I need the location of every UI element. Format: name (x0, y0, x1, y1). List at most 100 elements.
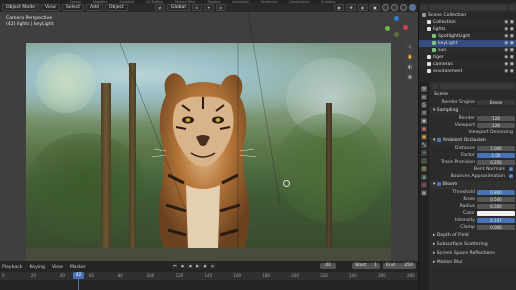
material-shading-icon[interactable] (400, 4, 407, 11)
menu-playback[interactable]: Playback (2, 265, 23, 270)
visibility-toggle-icon[interactable]: ◉ ▣ (504, 47, 514, 54)
scene-tab-icon[interactable]: ◈ (421, 118, 427, 124)
zoom-icon[interactable]: ⌕ (406, 43, 414, 51)
3d-viewport[interactable]: Object Mode View Select Add Object ⇄ Glo… (0, 3, 418, 261)
bloom-checkbox[interactable] (436, 181, 441, 186)
y-axis-icon[interactable] (385, 26, 390, 31)
clamp-field[interactable]: 0.000 (477, 224, 515, 231)
visibility-toggle-icon[interactable]: ◉ ▣ (504, 26, 514, 33)
material-tab-icon[interactable]: ◍ (421, 182, 427, 188)
pivot-icon[interactable]: ⊙ (191, 4, 202, 11)
viewport-samples-field[interactable]: 128 (477, 122, 515, 129)
properties-editor[interactable]: ⚒ ▤ ⎙ ☰ ◈ ● ■ 🔧 ✶ ◯ ⛓ ▲ ◍ ▩ Scene Render… (419, 82, 516, 290)
wireframe-shading-icon[interactable] (382, 4, 389, 11)
timeline-ruler[interactable]: 0 20 40 60 80 100 120 140 160 180 200 220 240 260 280 (0, 272, 418, 280)
solid-shading-icon[interactable] (391, 4, 398, 11)
menu-marker[interactable]: Marker (70, 265, 86, 270)
orientation-selector[interactable]: Global (167, 4, 190, 11)
ao-panel-header[interactable]: ▾ Ambient Occlusion (430, 137, 516, 145)
particles-tab-icon[interactable]: ✶ (421, 150, 427, 156)
render-samples-field[interactable]: 128 (477, 115, 515, 122)
collapsed-panel-header[interactable]: ▸ Subsurface Scattering (430, 241, 516, 249)
camera-view-icon[interactable]: ◧ (406, 63, 414, 71)
render-engine-select[interactable]: Eevee (477, 99, 515, 106)
x-axis-icon[interactable] (403, 25, 408, 30)
sampling-panel-header[interactable]: ▾ Sampling (430, 107, 516, 115)
bloom-color-swatch[interactable] (477, 210, 515, 217)
intensity-field[interactable]: 0.107 (477, 217, 515, 224)
mode-selector[interactable]: Object Mode (2, 4, 39, 11)
outliner[interactable]: Scene Collection Collection ◉ ▣ lights ◉ ▣ Sp… (419, 3, 516, 81)
menu-object[interactable]: Object (104, 4, 128, 11)
viewport-denoising-row[interactable]: Viewport Denoising (430, 129, 516, 136)
visibility-toggle-icon[interactable]: ◉ ▣ (504, 33, 514, 40)
outliner-row[interactable]: cameras ◉ ▣ (419, 61, 516, 68)
menu-view[interactable]: View (40, 4, 60, 11)
z-axis-icon[interactable] (394, 16, 399, 21)
ao-factor-field[interactable]: 1.00 (477, 152, 515, 159)
ortho-toggle-icon[interactable]: ▦ (406, 73, 414, 81)
overlay-icon[interactable]: ◐ (358, 4, 368, 11)
ao-distance-field[interactable]: 1.000 (477, 145, 515, 152)
navigation-gizmo[interactable] (382, 16, 408, 38)
playhead[interactable]: 42 (73, 272, 84, 279)
texture-tab-icon[interactable]: ▩ (421, 190, 427, 196)
filter-icon[interactable] (509, 5, 515, 10)
outliner-row[interactable]: Scene Collection (419, 12, 516, 19)
collapsed-panel-header[interactable]: ▸ Depth of Field (430, 232, 516, 240)
visibility-toggle-icon[interactable]: ◉ ▣ (504, 61, 514, 68)
start-frame-field[interactable]: Start 1 (352, 263, 380, 269)
proportional-icon[interactable]: ◎ (215, 4, 226, 11)
data-tab-icon[interactable]: ▲ (421, 174, 427, 180)
xray-icon[interactable]: ▣ (370, 4, 380, 11)
display-mode-icon[interactable] (421, 5, 427, 10)
menu-add[interactable]: Add (86, 4, 103, 11)
tool-tab-icon[interactable]: ⚒ (421, 86, 427, 92)
threshold-field[interactable]: 0.800 (477, 189, 515, 196)
bent-normals-checkbox[interactable]: ✓ (509, 167, 513, 172)
play-reverse-icon[interactable]: ◀ (187, 263, 193, 269)
view-layer-tab-icon[interactable]: ☰ (421, 110, 427, 116)
object-tab-icon[interactable]: ■ (421, 134, 427, 140)
collapsed-panel-header[interactable]: ▸ Screen Space Reflections (430, 250, 516, 258)
constraints-tab-icon[interactable]: ⛓ (421, 166, 427, 172)
radius-field[interactable]: 6.500 (477, 203, 515, 210)
jump-end-icon[interactable]: ⏭ (209, 263, 216, 269)
menu-select[interactable]: Select (61, 4, 85, 11)
visibility-toggle-icon[interactable]: ◉ ▣ (504, 68, 514, 75)
outliner-row[interactable]: keyLight ◉ ▣ (419, 40, 516, 47)
outliner-row[interactable]: tiger ◉ ▣ (419, 54, 516, 61)
properties-search[interactable] (440, 84, 515, 89)
neg-y-axis-icon[interactable] (394, 32, 399, 37)
knee-field[interactable]: 0.500 (477, 196, 515, 203)
physics-tab-icon[interactable]: ◯ (421, 158, 427, 164)
menu-keying[interactable]: Keying (30, 265, 45, 270)
menu-timeline-view[interactable]: View (52, 265, 63, 270)
rendered-shading-icon[interactable] (409, 4, 416, 11)
end-frame-field[interactable]: End 250 (383, 263, 416, 269)
modifier-tab-icon[interactable]: 🔧 (421, 142, 427, 148)
ao-trace-field[interactable]: 0.250 (477, 159, 515, 166)
visibility-toggle-icon[interactable]: ◉ ▣ (504, 40, 514, 47)
gizmo-toggle-icon[interactable]: ✥ (346, 4, 356, 11)
world-tab-icon[interactable]: ● (421, 126, 427, 132)
outliner-row[interactable]: SpotlightLight ◉ ▣ (419, 33, 516, 40)
jump-start-icon[interactable]: ⏮ (172, 263, 178, 269)
render-tab-icon[interactable]: ▤ (421, 94, 427, 100)
outliner-row[interactable]: Collection ◉ ▣ (419, 19, 516, 26)
outliner-row[interactable]: sun ◉ ▣ (419, 47, 516, 54)
visibility-toggle-icon[interactable]: ◉ ▣ (504, 54, 514, 61)
timeline-editor[interactable]: Playback Keying View Marker ⏮ ◆ ◀ ▶ ◆ ⏭ … (0, 261, 418, 290)
visibility-toggle-icon[interactable]: ◉ ▣ (504, 19, 514, 26)
next-key-icon[interactable]: ◆ (202, 263, 208, 269)
output-tab-icon[interactable]: ⎙ (421, 102, 427, 108)
pan-icon[interactable]: ✋ (406, 53, 414, 61)
transform-orientation-icon[interactable]: ⇄ (155, 4, 165, 11)
play-icon[interactable]: ▶ (194, 263, 201, 269)
collapsed-panel-header[interactable]: ▸ Motion Blur (430, 259, 516, 267)
prev-key-icon[interactable]: ◆ (179, 263, 186, 269)
outliner-search[interactable] (429, 5, 507, 10)
bloom-panel-header[interactable]: ▾ Bloom (430, 181, 516, 189)
outliner-row[interactable]: lights ◉ ▣ (419, 26, 516, 33)
outliner-row[interactable]: environment ◉ ▣ (419, 68, 516, 75)
